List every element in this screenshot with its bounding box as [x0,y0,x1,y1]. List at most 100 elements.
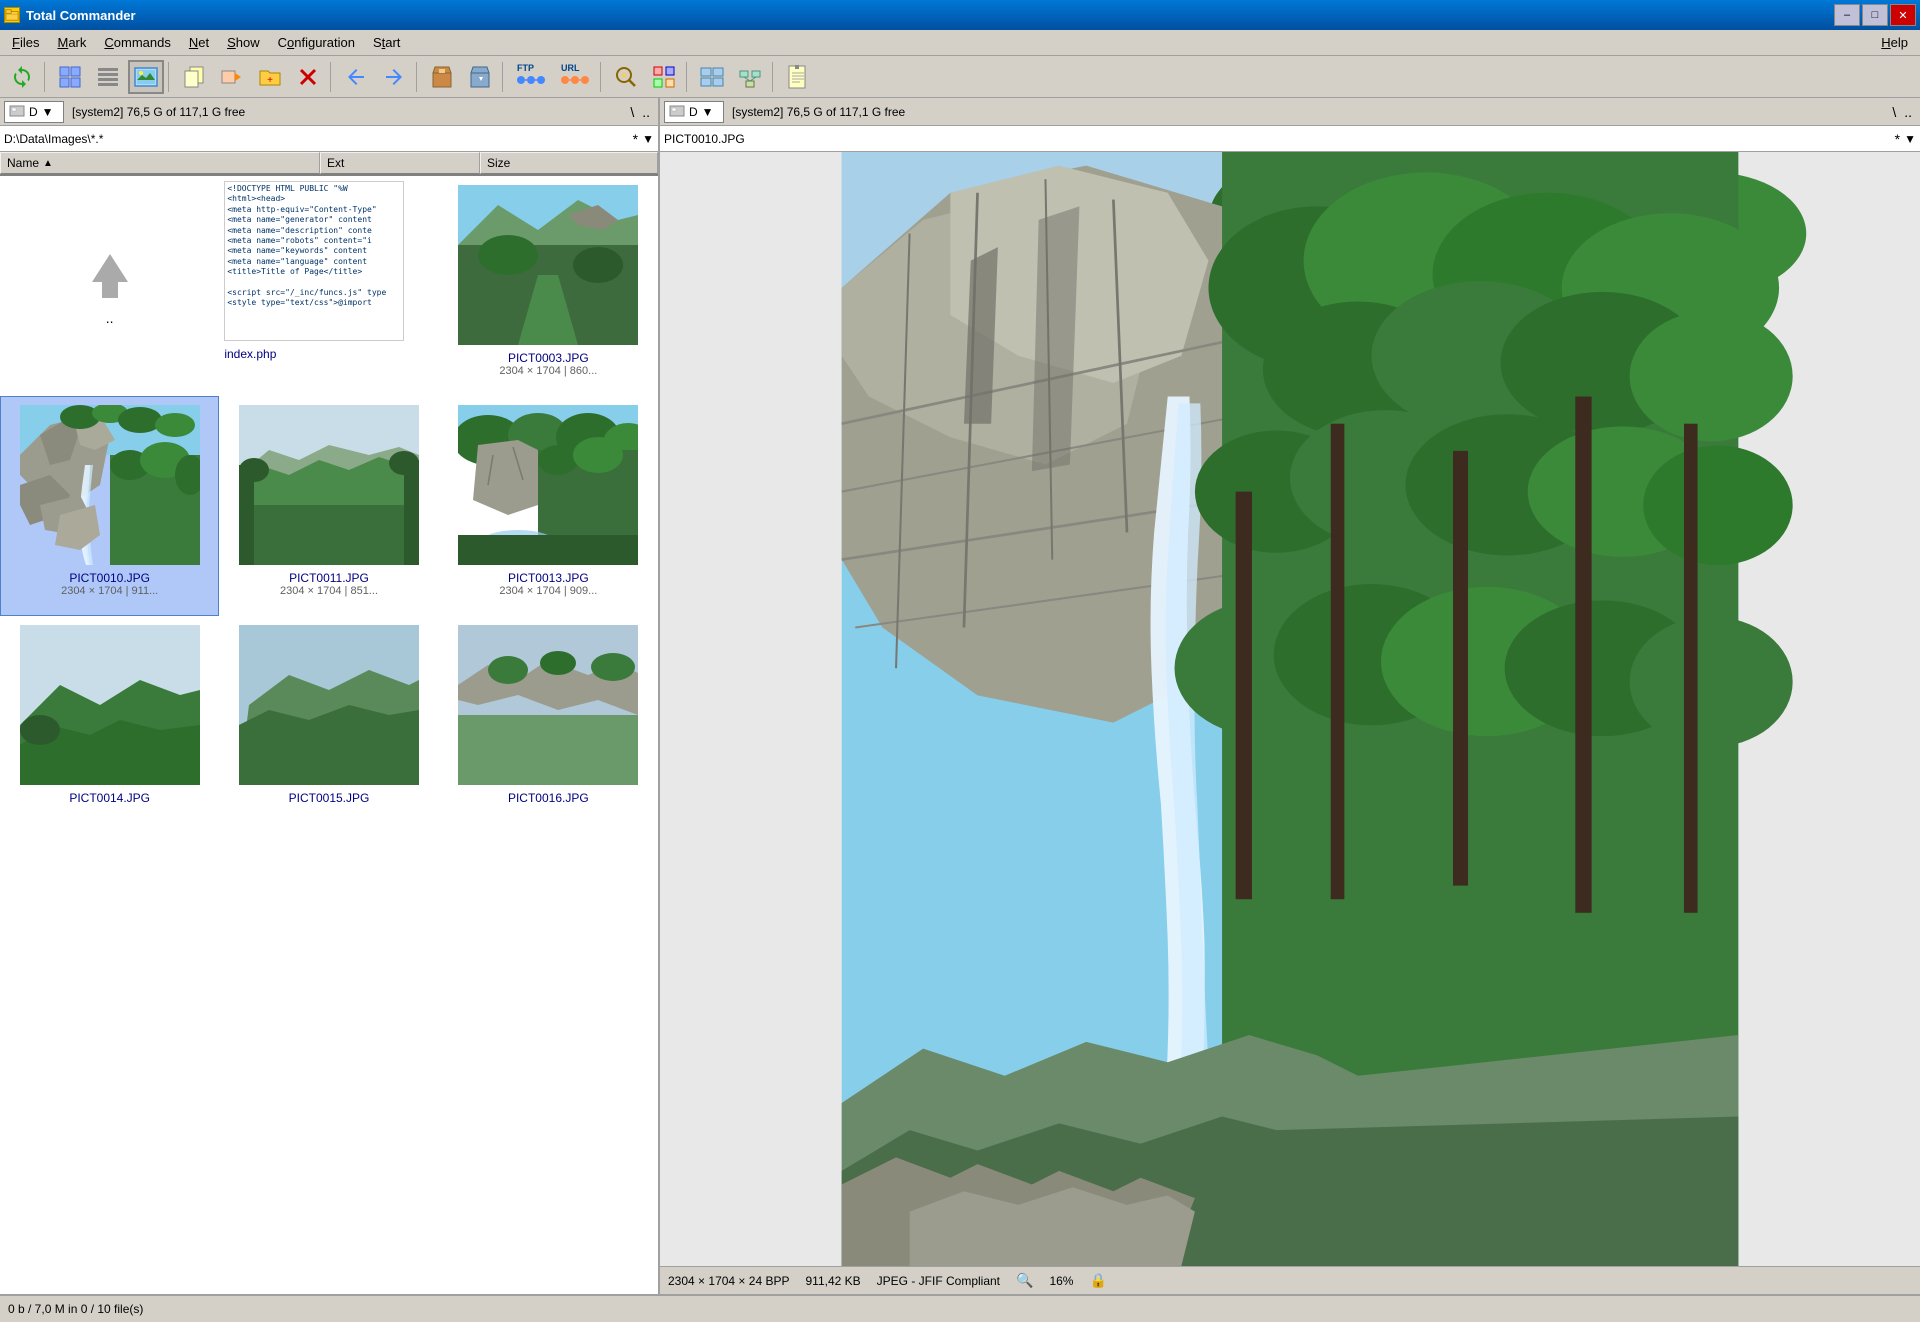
list-item[interactable]: PICT0015.JPG [219,616,438,836]
thumbnails-view-button[interactable] [52,60,88,94]
forward-button[interactable] [376,60,412,94]
up-dir-label: .. [106,310,114,326]
refresh-button[interactable] [4,60,40,94]
preview-format: JPEG - JFIF Compliant [877,1274,1000,1288]
right-drive-letter: D [689,105,698,119]
left-panel: D ▼ [system2] 76,5 G of 117,1 G free \ .… [0,98,660,1294]
preview-filesize: 911,42 KB [806,1274,861,1288]
file-thumbnail [20,625,200,785]
menu-show[interactable]: Show [219,33,268,52]
file-thumbnail [239,405,419,565]
left-drive-selector[interactable]: D ▼ [4,101,64,123]
image-file-name: PICT0011.JPG [289,571,369,585]
up-dir-item[interactable]: .. [0,176,219,396]
right-drive-arrow: ▼ [702,105,714,119]
left-drive-bar: D ▼ [system2] 76,5 G of 117,1 G free \ .… [0,98,658,126]
right-drive-icon [669,102,685,121]
image-file-meta: 2304 × 1704 | 909... [499,585,597,597]
list-item[interactable]: PICT0014.JPG [0,616,219,836]
url-button[interactable]: URL [554,60,596,94]
col-name-label: Name [7,156,39,170]
status-left-text: 0 b / 7,0 M in 0 / 10 file(s) [8,1302,1912,1316]
menu-net[interactable]: Net [181,33,217,52]
col-header-name[interactable]: Name ▲ [0,152,320,174]
right-path-dropdown[interactable]: ▼ [1904,132,1916,146]
select-all-button[interactable] [646,60,682,94]
menu-mark[interactable]: Mark [49,33,94,52]
image-file-name: PICT0010.JPG [69,571,150,585]
php-file-item[interactable]: <!DOCTYPE HTML PUBLIC "%W <html><head> <… [219,176,438,396]
right-drive-selector[interactable]: D ▼ [664,101,724,123]
sort-arrow: ▲ [43,158,53,169]
menu-help[interactable]: Help [1873,33,1916,52]
col-size-label: Size [487,156,510,170]
right-path-up[interactable]: .. [1904,104,1912,120]
lock-icon[interactable]: 🔒 [1089,1272,1106,1289]
list-item[interactable]: PICT0003.JPG 2304 × 1704 | 860... [439,176,658,396]
menu-bar: Files Mark Commands Net Show Configurati… [0,30,1920,56]
pack-button[interactable] [424,60,460,94]
list-view-button[interactable] [90,60,126,94]
left-path-bar: D:\Data\Images\*.* * ▼ [0,126,658,152]
image-file-name: PICT0014.JPG [69,791,150,805]
right-path-sep[interactable]: \ [1892,104,1896,120]
back-button[interactable] [338,60,374,94]
right-panel: D ▼ [system2] 76,5 G of 117,1 G free \ .… [660,98,1920,1294]
menu-commands[interactable]: Commands [96,33,178,52]
maximize-button[interactable]: □ [1862,4,1888,26]
right-path-text: PICT0010.JPG [664,132,1895,146]
toolbar-separator-1 [44,62,48,92]
left-col-headers: Name ▲ Ext Size [0,152,658,176]
close-button[interactable]: ✕ [1890,4,1916,26]
find-button[interactable] [608,60,644,94]
network-button[interactable] [732,60,768,94]
notepad-button[interactable] [780,60,816,94]
file-list[interactable]: .. <!DOCTYPE HTML PUBLIC "%W <html><head… [0,176,658,1294]
toolbar-separator-8 [772,62,776,92]
minimize-button[interactable]: – [1834,4,1860,26]
left-drive-arrow: ▼ [42,105,54,119]
toolbar-separator-7 [686,62,690,92]
right-drive-info: [system2] 76,5 G of 117,1 G free [732,105,1888,119]
magnify-icon[interactable]: 🔍 [1016,1272,1033,1289]
ftp-button[interactable]: FTP [510,60,552,94]
list-item[interactable]: PICT0013.JPG 2304 × 1704 | 909... [439,396,658,616]
right-path-bar: PICT0010.JPG * ▼ [660,126,1920,152]
newdir-button[interactable]: + [252,60,288,94]
menu-configuration[interactable]: Configuration [270,33,363,52]
right-path-wildcard[interactable]: * [1895,131,1900,147]
left-path-wildcard[interactable]: * [633,131,638,147]
sync-button[interactable] [694,60,730,94]
image-file-meta: 2304 × 1704 | 911... [61,585,158,597]
delete-button[interactable] [290,60,326,94]
left-path-sep[interactable]: \ [630,104,634,120]
toolbar-separator-2 [168,62,172,92]
php-file-name: index.php [224,347,276,361]
col-header-ext[interactable]: Ext [320,152,480,174]
move-button[interactable] [214,60,250,94]
unpack-button[interactable] [462,60,498,94]
preview-button[interactable] [128,60,164,94]
file-thumbnail [458,625,638,785]
menu-start[interactable]: Start [365,33,408,52]
list-item[interactable]: PICT0010.JPG 2304 × 1704 | 911... [0,396,219,616]
image-file-name: PICT0013.JPG [508,571,589,585]
menu-files[interactable]: Files [4,33,47,52]
svg-text:+: + [267,75,273,86]
toolbar-separator-5 [502,62,506,92]
toolbar: + FTP [0,56,1920,98]
toolbar-separator-3 [330,62,334,92]
image-file-name: PICT0015.JPG [289,791,370,805]
file-thumbnail [20,405,200,565]
file-thumbnail [458,405,638,565]
left-path-dropdown[interactable]: ▼ [642,132,654,146]
file-thumbnail [239,625,419,785]
file-thumbnail [458,185,638,345]
left-path-up[interactable]: .. [642,104,650,120]
col-header-size[interactable]: Size [480,152,658,174]
list-item[interactable]: PICT0011.JPG 2304 × 1704 | 851... [219,396,438,616]
php-code-preview: <!DOCTYPE HTML PUBLIC "%W <html><head> <… [224,181,404,341]
list-item[interactable]: PICT0016.JPG [439,616,658,836]
left-drive-info: [system2] 76,5 G of 117,1 G free [72,105,626,119]
copy-button[interactable] [176,60,212,94]
